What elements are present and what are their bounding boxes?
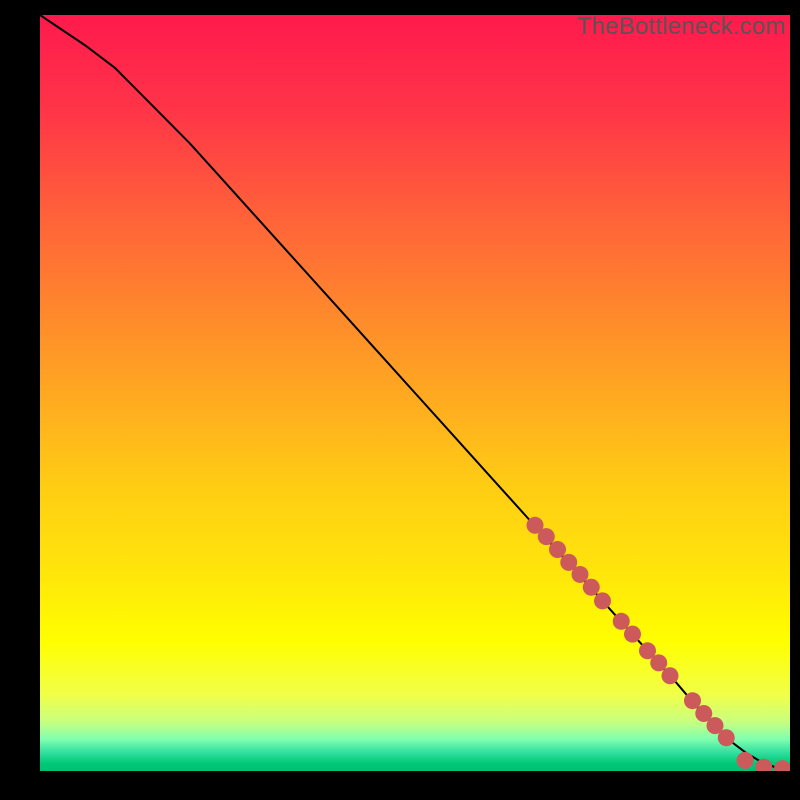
data-point (594, 592, 611, 609)
data-point (538, 528, 555, 545)
data-point (718, 729, 735, 746)
data-point (583, 579, 600, 596)
data-point (549, 541, 566, 558)
data-point (662, 667, 679, 684)
data-point (650, 654, 667, 671)
data-point (684, 692, 701, 709)
chart-plot (40, 15, 790, 771)
data-point (624, 626, 641, 643)
data-point (613, 613, 630, 630)
data-point (737, 752, 754, 769)
data-point (572, 566, 589, 583)
chart-frame: TheBottleneck.com (40, 15, 790, 771)
watermark-text: TheBottleneck.com (577, 13, 786, 41)
